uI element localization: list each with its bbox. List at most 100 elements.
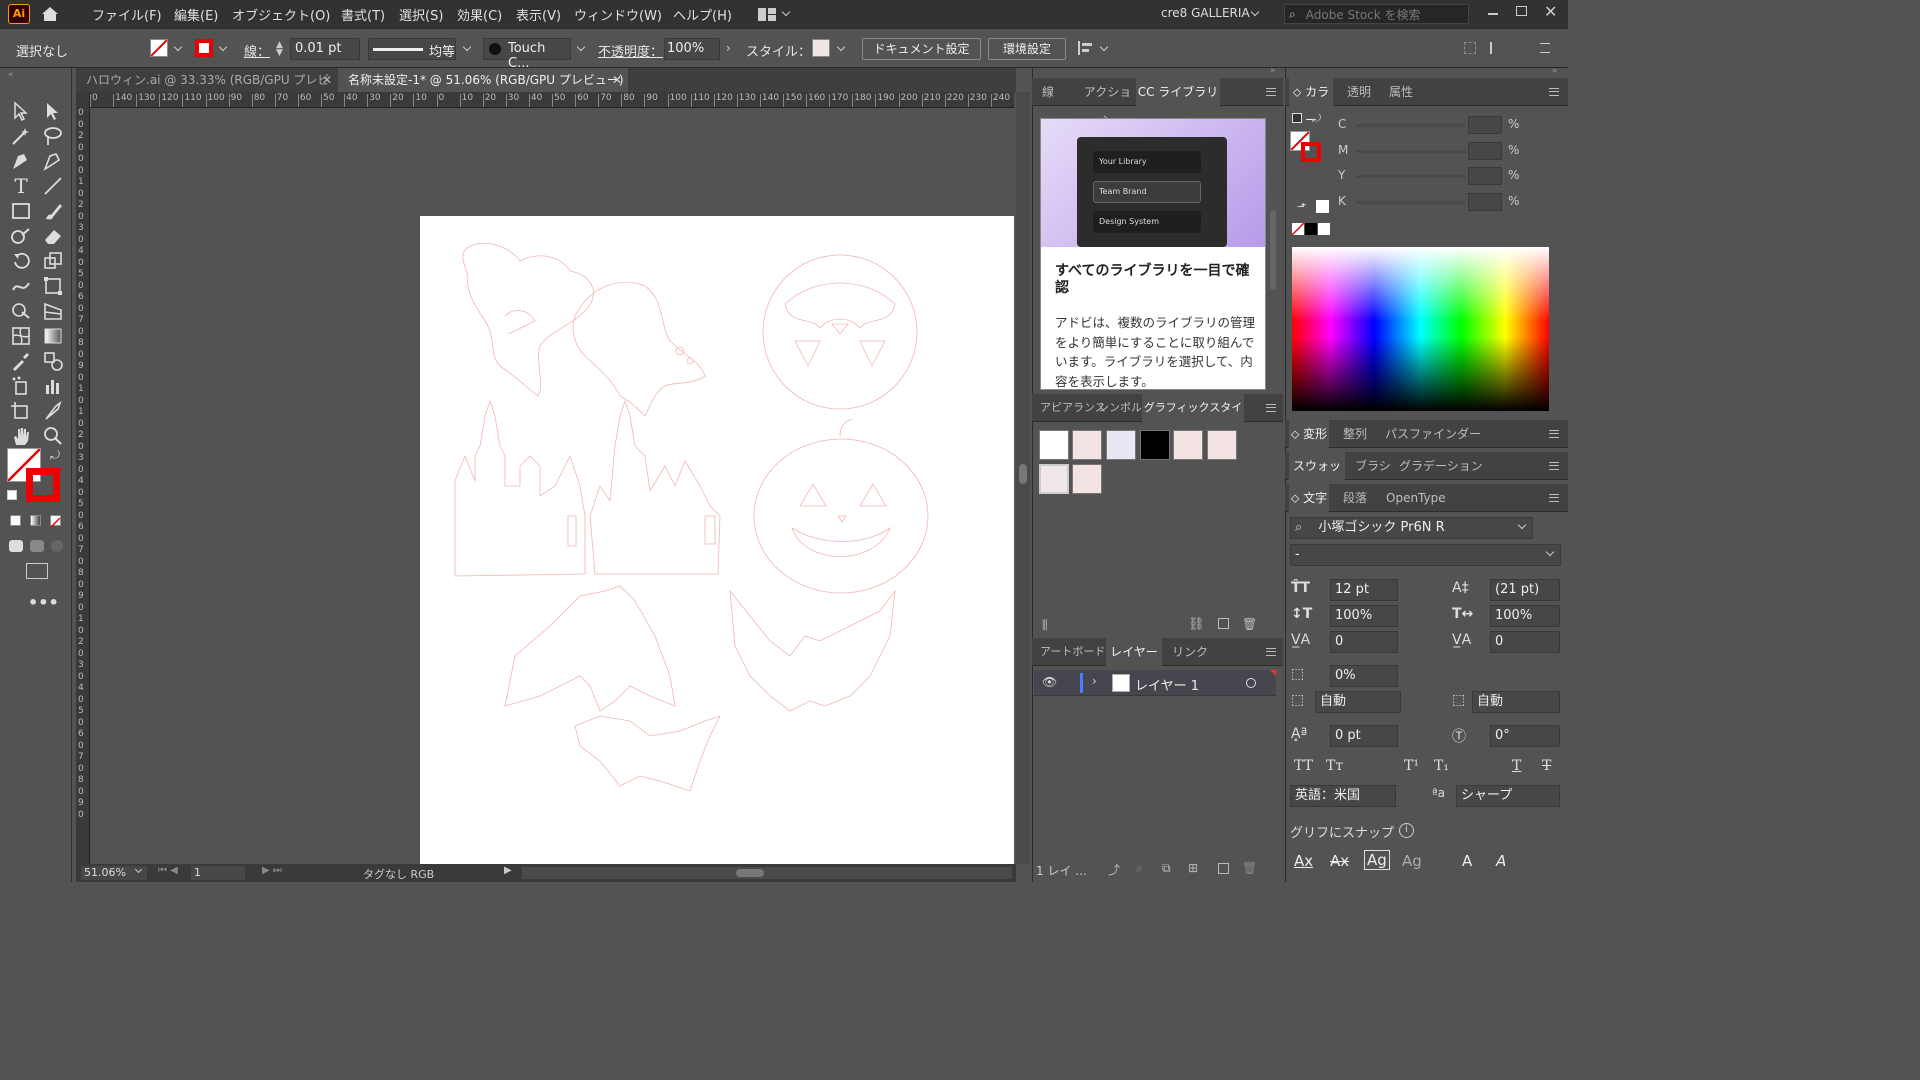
eyedropper-tool-icon[interactable]: [10, 350, 32, 372]
delete-icon[interactable]: 🗑: [1242, 617, 1257, 631]
tab-align[interactable]: 整列: [1343, 420, 1367, 448]
tab-appearance[interactable]: アピアランス: [1040, 394, 1106, 422]
font-style-select[interactable]: -: [1290, 544, 1561, 566]
new-style-icon[interactable]: [1218, 618, 1229, 629]
swap-fill-stroke-icon[interactable]: ⤾: [50, 448, 60, 463]
artboard-number-field[interactable]: 1: [190, 865, 246, 881]
artboard[interactable]: [420, 216, 1014, 864]
subscript-icon[interactable]: T₁: [1434, 758, 1449, 774]
panel-menu-icon[interactable]: [1266, 404, 1276, 412]
snap-xheight-icon[interactable]: Ax: [1330, 852, 1349, 870]
export-icon[interactable]: ⤴: [1108, 861, 1120, 878]
cyan-field[interactable]: [1468, 116, 1502, 134]
menu-file[interactable]: ファイル(F): [92, 5, 162, 24]
more-tools-icon[interactable]: •••: [28, 593, 59, 612]
free-transform-tool-icon[interactable]: [42, 275, 64, 297]
menu-view[interactable]: 表示(V): [516, 5, 561, 24]
first-artboard-icon[interactable]: ⏮ ◀: [158, 865, 178, 876]
tab-halloween[interactable]: ハロウィン.ai @ 33.33% (RGB/GPU プレビュー) ✕: [76, 68, 336, 111]
clip-icon[interactable]: ⧉: [1162, 861, 1171, 876]
swap-colors-icon[interactable]: ⤾: [1312, 112, 1321, 126]
zoom-tool-icon[interactable]: [42, 425, 64, 447]
stroke-stepper-icon[interactable]: ▲ ▼: [276, 41, 283, 58]
tab-graphic-styles[interactable]: グラフィックスタイル: [1142, 394, 1244, 442]
snap-proximity-icon[interactable]: Ag: [1402, 852, 1422, 870]
panel-arrange-icon[interactable]: [1490, 42, 1504, 54]
aki-after-select[interactable]: 自動: [1472, 691, 1560, 713]
tab-pathfinder[interactable]: パスファインダー: [1385, 420, 1481, 448]
panel-menu-icon[interactable]: [1549, 462, 1559, 470]
blend-tool-icon[interactable]: [42, 350, 64, 372]
black-slider[interactable]: [1356, 201, 1466, 204]
black-field[interactable]: [1468, 193, 1502, 211]
snap-baseline-icon[interactable]: Ax: [1294, 852, 1313, 870]
tsume-field[interactable]: 0%: [1330, 665, 1398, 687]
fill-swatch[interactable]: [150, 39, 168, 57]
graphic-style-default[interactable]: [1039, 430, 1069, 460]
rectangle-tool-icon[interactable]: [10, 200, 32, 222]
preferences-button[interactable]: 環境設定: [988, 38, 1066, 60]
tab-gradient[interactable]: グラデーション: [1399, 452, 1483, 480]
tab-attributes[interactable]: 属性: [1389, 78, 1413, 106]
tab-paragraph[interactable]: 段落: [1343, 484, 1367, 512]
new-layer-icon[interactable]: [1218, 863, 1229, 874]
antialias-select[interactable]: シャープ: [1456, 785, 1560, 807]
superscript-icon[interactable]: T¹: [1404, 758, 1419, 774]
scale-tool-icon[interactable]: [42, 250, 64, 272]
snap-bounds-icon[interactable]: Ag: [1364, 850, 1390, 870]
layer-target-icon[interactable]: [1246, 678, 1256, 688]
library-scrollbar[interactable]: [1270, 210, 1276, 290]
panel-menu-icon[interactable]: [1549, 430, 1559, 438]
tab-close-icon[interactable]: ✕: [612, 68, 622, 92]
home-icon[interactable]: [40, 6, 60, 22]
restore-icon[interactable]: [1516, 6, 1527, 16]
character-rotation-field[interactable]: 0°: [1490, 725, 1560, 747]
graphic-style-5[interactable]: [1173, 430, 1203, 460]
graphic-style-8[interactable]: [1072, 464, 1102, 494]
graphic-style-4[interactable]: [1140, 430, 1170, 460]
curvature-tool-icon[interactable]: [42, 150, 64, 172]
default-colors-icon[interactable]: [1292, 113, 1302, 123]
lasso-tool-icon[interactable]: [42, 125, 64, 147]
opacity-label[interactable]: 不透明度：: [598, 41, 663, 60]
close-icon[interactable]: ✕: [1544, 2, 1557, 21]
white-swatch[interactable]: [1318, 223, 1330, 235]
horizontal-scale-field[interactable]: 100%: [1490, 605, 1560, 627]
out-of-gamut-icon[interactable]: ⬏: [1297, 200, 1306, 213]
tab-cc-libraries[interactable]: CC ライブラリ: [1136, 78, 1220, 106]
font-size-field[interactable]: 12 pt: [1330, 579, 1398, 601]
type-tool-icon[interactable]: T: [10, 175, 32, 197]
tab-links[interactable]: リンク: [1172, 638, 1208, 666]
graphic-style-7[interactable]: [1039, 464, 1069, 494]
opacity-field[interactable]: 100%: [664, 38, 720, 60]
menu-effect[interactable]: 効果(C): [457, 5, 502, 24]
paintbrush-tool-icon[interactable]: [42, 200, 64, 222]
slice-tool-icon[interactable]: [42, 400, 64, 422]
rotate-tool-icon[interactable]: [10, 250, 32, 272]
snap-anchor-icon[interactable]: A: [1496, 852, 1506, 870]
color-mode-icon[interactable]: [10, 515, 21, 526]
mesh-tool-icon[interactable]: [10, 325, 32, 347]
hand-tool-icon[interactable]: [10, 425, 32, 447]
draw-inside-icon[interactable]: [51, 540, 63, 552]
stroke-weight-field[interactable]: 0.01 pt: [290, 38, 360, 60]
workspace-switcher[interactable]: cre8 GALLERIA: [1161, 6, 1250, 20]
brush-select[interactable]: Touch C...: [483, 38, 571, 71]
aki-before-select[interactable]: 自動: [1315, 691, 1401, 713]
color-stroke-indicator[interactable]: [1301, 142, 1321, 162]
perspective-grid-tool-icon[interactable]: [42, 300, 64, 322]
menu-window[interactable]: ウィンドウ(W): [574, 5, 662, 24]
menu-help[interactable]: ヘルプ(H): [673, 5, 732, 24]
snap-angular-icon[interactable]: A: [1462, 852, 1472, 870]
tab-artboards[interactable]: アートボード: [1040, 638, 1105, 666]
library-icon[interactable]: ⫼: [1042, 618, 1048, 633]
horizontal-ruler[interactable]: 0 140 130 120 110 100 90 80 70 60 50 40 30 20 10 0 10 20 3…: [90, 92, 1014, 108]
strikethrough-icon[interactable]: T: [1542, 758, 1551, 774]
stroke-swatch[interactable]: [195, 39, 213, 57]
cyan-slider[interactable]: [1356, 124, 1466, 127]
tracking-field[interactable]: 0: [1490, 631, 1560, 653]
tab-swatches[interactable]: スウォッチ: [1289, 452, 1345, 501]
gradient-tool-icon[interactable]: [42, 325, 64, 347]
tab-actions[interactable]: アクション: [1080, 78, 1135, 127]
panel-menu-icon[interactable]: [1549, 494, 1559, 502]
